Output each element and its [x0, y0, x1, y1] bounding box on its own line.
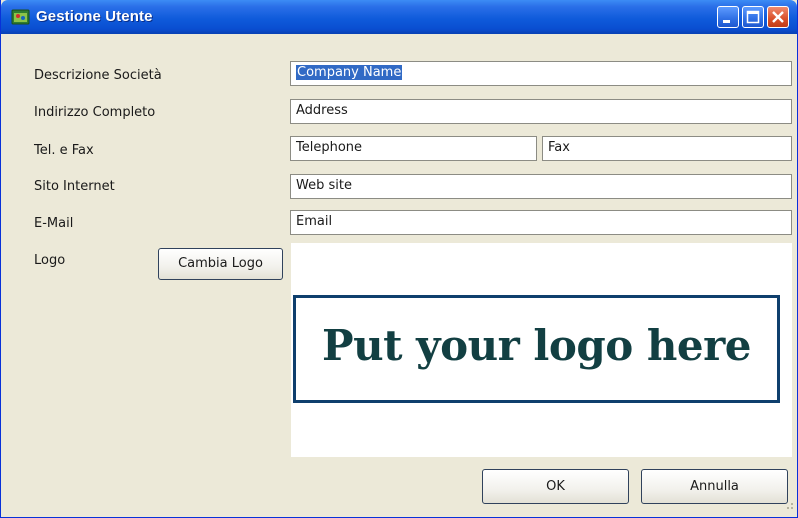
close-button[interactable] — [767, 6, 789, 28]
company-label: Descrizione Società — [34, 68, 162, 83]
change-logo-button[interactable]: Cambia Logo — [158, 248, 283, 280]
logo-label: Logo — [34, 253, 66, 268]
cancel-button[interactable]: Annulla — [641, 469, 788, 504]
minimize-icon — [723, 20, 730, 23]
fax-field[interactable]: Fax — [542, 136, 792, 161]
logo-preview[interactable]: Put your logo here — [291, 243, 792, 457]
company-name-field[interactable]: Company Name — [290, 61, 792, 86]
maximize-icon — [746, 10, 760, 24]
gestione-utente-window: Gestione Utente Descrizione Società Comp… — [0, 0, 798, 518]
address-field[interactable]: Address — [290, 99, 792, 124]
logo-placeholder-frame: Put your logo here — [293, 295, 780, 403]
company-name-value: Company Name — [296, 65, 403, 80]
window-title: Gestione Utente — [36, 8, 153, 25]
resize-grip-icon[interactable] — [784, 495, 794, 514]
minimize-button[interactable] — [717, 6, 739, 28]
close-icon — [772, 11, 784, 23]
website-label: Sito Internet — [34, 179, 115, 194]
telephone-field[interactable]: Telephone — [290, 136, 537, 161]
ok-button[interactable]: OK — [482, 469, 629, 504]
phone-fax-label: Tel. e Fax — [34, 143, 94, 158]
address-label: Indirizzo Completo — [34, 105, 156, 120]
logo-placeholder-text: Put your logo here — [322, 321, 751, 370]
email-field[interactable]: Email — [290, 210, 792, 235]
title-bar[interactable]: Gestione Utente — [1, 0, 797, 34]
maximize-button[interactable] — [742, 6, 764, 28]
user-management-icon — [11, 8, 30, 26]
email-label: E-Mail — [34, 216, 74, 231]
website-field[interactable]: Web site — [290, 174, 792, 199]
